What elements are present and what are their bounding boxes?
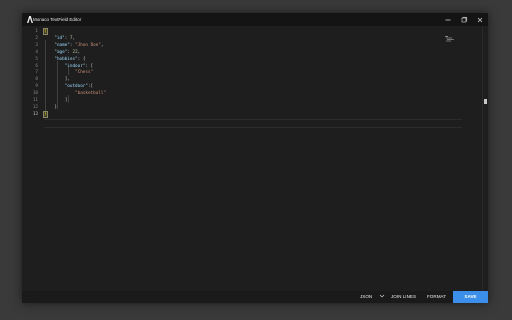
line-number-gutter: 1 2 3 4 5 6 7 8 9 10 11 12 13 xyxy=(22,26,38,291)
code-line[interactable]: "name": "Jhon Doe", xyxy=(44,42,104,50)
join-lines-button[interactable]: JOIN LINES xyxy=(391,291,416,303)
editor-window: Monaco TextField Editor 1 2 3 4 5 6 7 8 9 10 11 12 1… xyxy=(22,13,488,303)
minimize-icon xyxy=(445,19,451,20)
code-line[interactable]: "age": 22, xyxy=(44,50,80,57)
format-button[interactable]: FORMAT xyxy=(427,291,446,303)
code-line[interactable]: ] xyxy=(44,98,68,105)
code-line[interactable]: "id": 7, xyxy=(44,36,75,43)
code-area[interactable]: { "id": 7, "name": "Jhon Doe", "age": 22… xyxy=(43,26,464,291)
restore-icon xyxy=(461,16,468,22)
code-line[interactable]: } xyxy=(43,110,48,119)
close-button[interactable] xyxy=(472,13,488,26)
vertical-scrollbar[interactable] xyxy=(482,26,488,291)
code-line[interactable]: } xyxy=(44,105,57,112)
line-number: 1 xyxy=(35,29,38,34)
code-editor[interactable]: 1 2 3 4 5 6 7 8 9 10 11 12 13 { "id": 7, "name": "Jh… xyxy=(22,26,488,291)
code-token: :[ xyxy=(88,84,94,90)
code-token: "outdoor" xyxy=(64,84,88,90)
line-number: 5 xyxy=(35,56,38,62)
code-token: "name" xyxy=(54,42,70,48)
minimize-button[interactable] xyxy=(440,13,456,26)
restore-button[interactable] xyxy=(456,13,472,26)
code-token: ] xyxy=(44,98,68,103)
title-bar[interactable]: Monaco TextField Editor xyxy=(22,13,488,26)
code-token: "indoor" xyxy=(64,63,86,69)
code-token: ], xyxy=(44,77,70,83)
code-token: "id" xyxy=(54,35,65,41)
line-number: 3 xyxy=(35,42,38,48)
language-select[interactable]: JSON xyxy=(360,291,385,303)
line-number: 13 xyxy=(32,111,38,117)
code-token: "Chess" xyxy=(75,70,94,76)
status-bar: JSON JOIN LINES FORMAT SAVE xyxy=(22,291,488,303)
code-token: "basketball" xyxy=(75,91,107,97)
scrollbar-thumb[interactable] xyxy=(484,99,487,104)
code-token: , xyxy=(100,42,104,48)
code-token: "hobbies" xyxy=(54,56,78,62)
save-button[interactable]: SAVE xyxy=(453,291,488,303)
language-select-value: JSON xyxy=(360,294,373,299)
code-token: } xyxy=(43,110,48,118)
code-line[interactable]: "basketball" xyxy=(44,91,106,98)
code-line[interactable]: { xyxy=(43,28,48,36)
chevron-down-icon xyxy=(379,294,384,297)
code-token: , xyxy=(72,35,76,41)
line-number: 4 xyxy=(35,49,38,55)
close-icon xyxy=(477,17,483,22)
line-number: 11 xyxy=(32,98,38,103)
code-token: } xyxy=(44,104,57,110)
code-token: : [ xyxy=(85,63,94,69)
code-line[interactable]: "hobbies": { xyxy=(44,57,85,64)
code-token: { xyxy=(43,28,48,35)
line-number: 10 xyxy=(32,91,38,97)
code-token: , xyxy=(77,49,81,55)
code-token: "Jhon Doe" xyxy=(75,42,101,48)
line-number: 2 xyxy=(35,35,38,41)
minimap-preview[interactable] xyxy=(445,36,457,42)
line-number: 12 xyxy=(32,104,38,110)
window-title: Monaco TextField Editor xyxy=(33,17,82,22)
code-token: "age" xyxy=(54,49,68,55)
code-token: : { xyxy=(77,56,86,62)
